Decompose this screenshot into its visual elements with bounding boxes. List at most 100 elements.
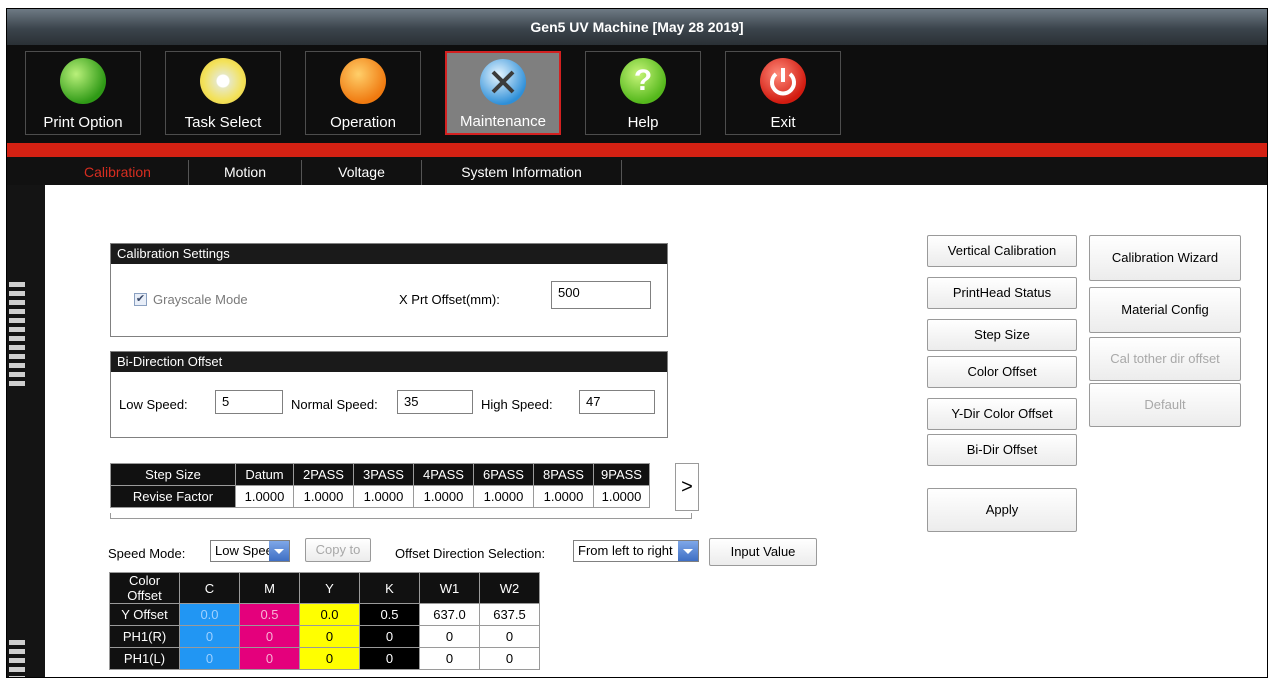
copy-to-button[interactable]: Copy to bbox=[305, 538, 371, 562]
sidebar-grip-icon[interactable] bbox=[9, 282, 25, 387]
w2-cell[interactable]: 637.5 bbox=[479, 603, 540, 626]
low-speed-input[interactable]: 5 bbox=[215, 390, 283, 414]
tab-voltage[interactable]: Voltage bbox=[302, 160, 422, 185]
k-cell[interactable]: 0 bbox=[359, 625, 420, 648]
table-scroll-track[interactable] bbox=[110, 513, 692, 519]
table-header-cell: M bbox=[239, 572, 300, 604]
apply-button[interactable]: Apply bbox=[927, 488, 1077, 532]
table-row: PH1(R) 0 0 0 0 0 0 bbox=[109, 625, 540, 648]
table-row: Y Offset 0.0 0.5 0.0 0.5 637.0 637.5 bbox=[109, 603, 540, 626]
offset-direction-select[interactable]: From left to right bbox=[573, 540, 699, 562]
help-button[interactable]: ? Help bbox=[585, 51, 701, 135]
normal-speed-label: Normal Speed: bbox=[291, 397, 378, 412]
app-window: Gen5 UV Machine [May 28 2019] Print Opti… bbox=[6, 8, 1268, 678]
table-header-cell: 8PASS bbox=[533, 463, 594, 486]
y-dir-color-offset-button[interactable]: Y-Dir Color Offset bbox=[927, 398, 1077, 430]
step-size-table: Step Size Datum 2PASS 3PASS 4PASS 6PASS … bbox=[110, 463, 650, 508]
y-cell[interactable]: 0 bbox=[299, 647, 360, 670]
calibration-page: Calibration Settings ✔ Grayscale Mode X … bbox=[45, 185, 1267, 677]
y-cell[interactable]: 0.0 bbox=[299, 603, 360, 626]
y-cell[interactable]: 0 bbox=[299, 625, 360, 648]
table-header-cell: K bbox=[359, 572, 420, 604]
high-speed-input[interactable]: 47 bbox=[579, 390, 655, 414]
calibration-wizard-button[interactable]: Calibration Wizard bbox=[1089, 235, 1241, 281]
vertical-calibration-button[interactable]: Vertical Calibration bbox=[927, 235, 1077, 267]
c-cell[interactable]: 0 bbox=[179, 647, 240, 670]
x-offset-input[interactable]: 500 bbox=[551, 281, 651, 309]
tab-system-information[interactable]: System Information bbox=[422, 160, 622, 185]
tab-motion[interactable]: Motion bbox=[189, 160, 302, 185]
maintenance-button[interactable]: Maintenance bbox=[445, 51, 561, 135]
next-columns-button[interactable]: > bbox=[675, 463, 699, 511]
table-header-cell: W1 bbox=[419, 572, 480, 604]
w1-cell[interactable]: 637.0 bbox=[419, 603, 480, 626]
color-offset-table: Color Offset C M Y K W1 W2 Y Offset 0.0 … bbox=[109, 572, 540, 670]
task-select-icon bbox=[200, 58, 246, 104]
c-cell[interactable]: 0.0 bbox=[179, 603, 240, 626]
window-title: Gen5 UV Machine [May 28 2019] bbox=[7, 9, 1267, 45]
table-cell[interactable]: 1.0000 bbox=[593, 485, 650, 508]
step-size-header: Step Size bbox=[110, 463, 236, 486]
normal-speed-input[interactable]: 35 bbox=[397, 390, 473, 414]
table-header-cell: Datum bbox=[235, 463, 294, 486]
operation-button[interactable]: Operation bbox=[305, 51, 421, 135]
x-offset-label: X Prt Offset(mm): bbox=[399, 292, 500, 307]
bidirection-offset-title: Bi-Direction Offset bbox=[111, 352, 667, 372]
default-button[interactable]: Default bbox=[1089, 383, 1241, 427]
table-cell[interactable]: 1.0000 bbox=[293, 485, 354, 508]
tab-bar: Calibration Motion Voltage System Inform… bbox=[7, 157, 1267, 185]
row-label: Y Offset bbox=[109, 603, 180, 626]
table-cell[interactable]: 1.0000 bbox=[235, 485, 294, 508]
grayscale-label: Grayscale Mode bbox=[153, 292, 248, 307]
w1-cell[interactable]: 0 bbox=[419, 647, 480, 670]
sidebar-grip-icon[interactable] bbox=[9, 640, 25, 677]
c-cell[interactable]: 0 bbox=[179, 625, 240, 648]
table-cell[interactable]: 1.0000 bbox=[533, 485, 594, 508]
material-config-button[interactable]: Material Config bbox=[1089, 287, 1241, 333]
speed-mode-select[interactable]: Low Speed bbox=[210, 540, 290, 562]
table-header-cell: C bbox=[179, 572, 240, 604]
exit-button[interactable]: Exit bbox=[725, 51, 841, 135]
m-cell[interactable]: 0 bbox=[239, 625, 300, 648]
k-cell[interactable]: 0 bbox=[359, 647, 420, 670]
input-value-button[interactable]: Input Value bbox=[709, 538, 817, 566]
color-offset-button[interactable]: Color Offset bbox=[927, 356, 1077, 388]
table-cell[interactable]: 1.0000 bbox=[413, 485, 474, 508]
left-sidebar bbox=[7, 185, 45, 677]
table-cell[interactable]: 1.0000 bbox=[353, 485, 414, 508]
table-header-cell: Y bbox=[299, 572, 360, 604]
task-select-label: Task Select bbox=[184, 114, 262, 131]
chevron-down-icon bbox=[678, 541, 698, 561]
chevron-down-icon bbox=[269, 541, 289, 561]
bi-dir-offset-button[interactable]: Bi-Dir Offset bbox=[927, 434, 1077, 466]
tab-calibration[interactable]: Calibration bbox=[47, 160, 189, 185]
print-option-label: Print Option bbox=[43, 114, 123, 131]
offset-direction-value: From left to right bbox=[578, 543, 673, 558]
w2-cell[interactable]: 0 bbox=[479, 625, 540, 648]
cal-other-dir-offset-button[interactable]: Cal tother dir offset bbox=[1089, 337, 1241, 381]
color-offset-header: Color Offset bbox=[109, 572, 180, 604]
accent-bar bbox=[7, 143, 1267, 157]
w1-cell[interactable]: 0 bbox=[419, 625, 480, 648]
printhead-status-button[interactable]: PrintHead Status bbox=[927, 277, 1077, 309]
m-cell[interactable]: 0 bbox=[239, 647, 300, 670]
step-size-button[interactable]: Step Size bbox=[927, 319, 1077, 351]
help-label: Help bbox=[627, 114, 659, 131]
offset-direction-label: Offset Direction Selection: bbox=[395, 546, 546, 561]
k-cell[interactable]: 0.5 bbox=[359, 603, 420, 626]
table-header-cell: 4PASS bbox=[413, 463, 474, 486]
print-option-button[interactable]: Print Option bbox=[25, 51, 141, 135]
low-speed-label: Low Speed: bbox=[119, 397, 188, 412]
table-row: Revise Factor 1.0000 1.0000 1.0000 1.000… bbox=[110, 485, 650, 508]
table-header-cell: 9PASS bbox=[593, 463, 650, 486]
speed-mode-label: Speed Mode: bbox=[108, 546, 186, 561]
table-header-cell: W2 bbox=[479, 572, 540, 604]
calibration-settings-panel: Calibration Settings ✔ Grayscale Mode X … bbox=[110, 243, 668, 337]
high-speed-label: High Speed: bbox=[481, 397, 553, 412]
table-cell[interactable]: 1.0000 bbox=[473, 485, 534, 508]
task-select-button[interactable]: Task Select bbox=[165, 51, 281, 135]
m-cell[interactable]: 0.5 bbox=[239, 603, 300, 626]
revise-factor-header: Revise Factor bbox=[110, 485, 236, 508]
w2-cell[interactable]: 0 bbox=[479, 647, 540, 670]
grayscale-checkbox[interactable]: ✔ bbox=[134, 293, 147, 306]
